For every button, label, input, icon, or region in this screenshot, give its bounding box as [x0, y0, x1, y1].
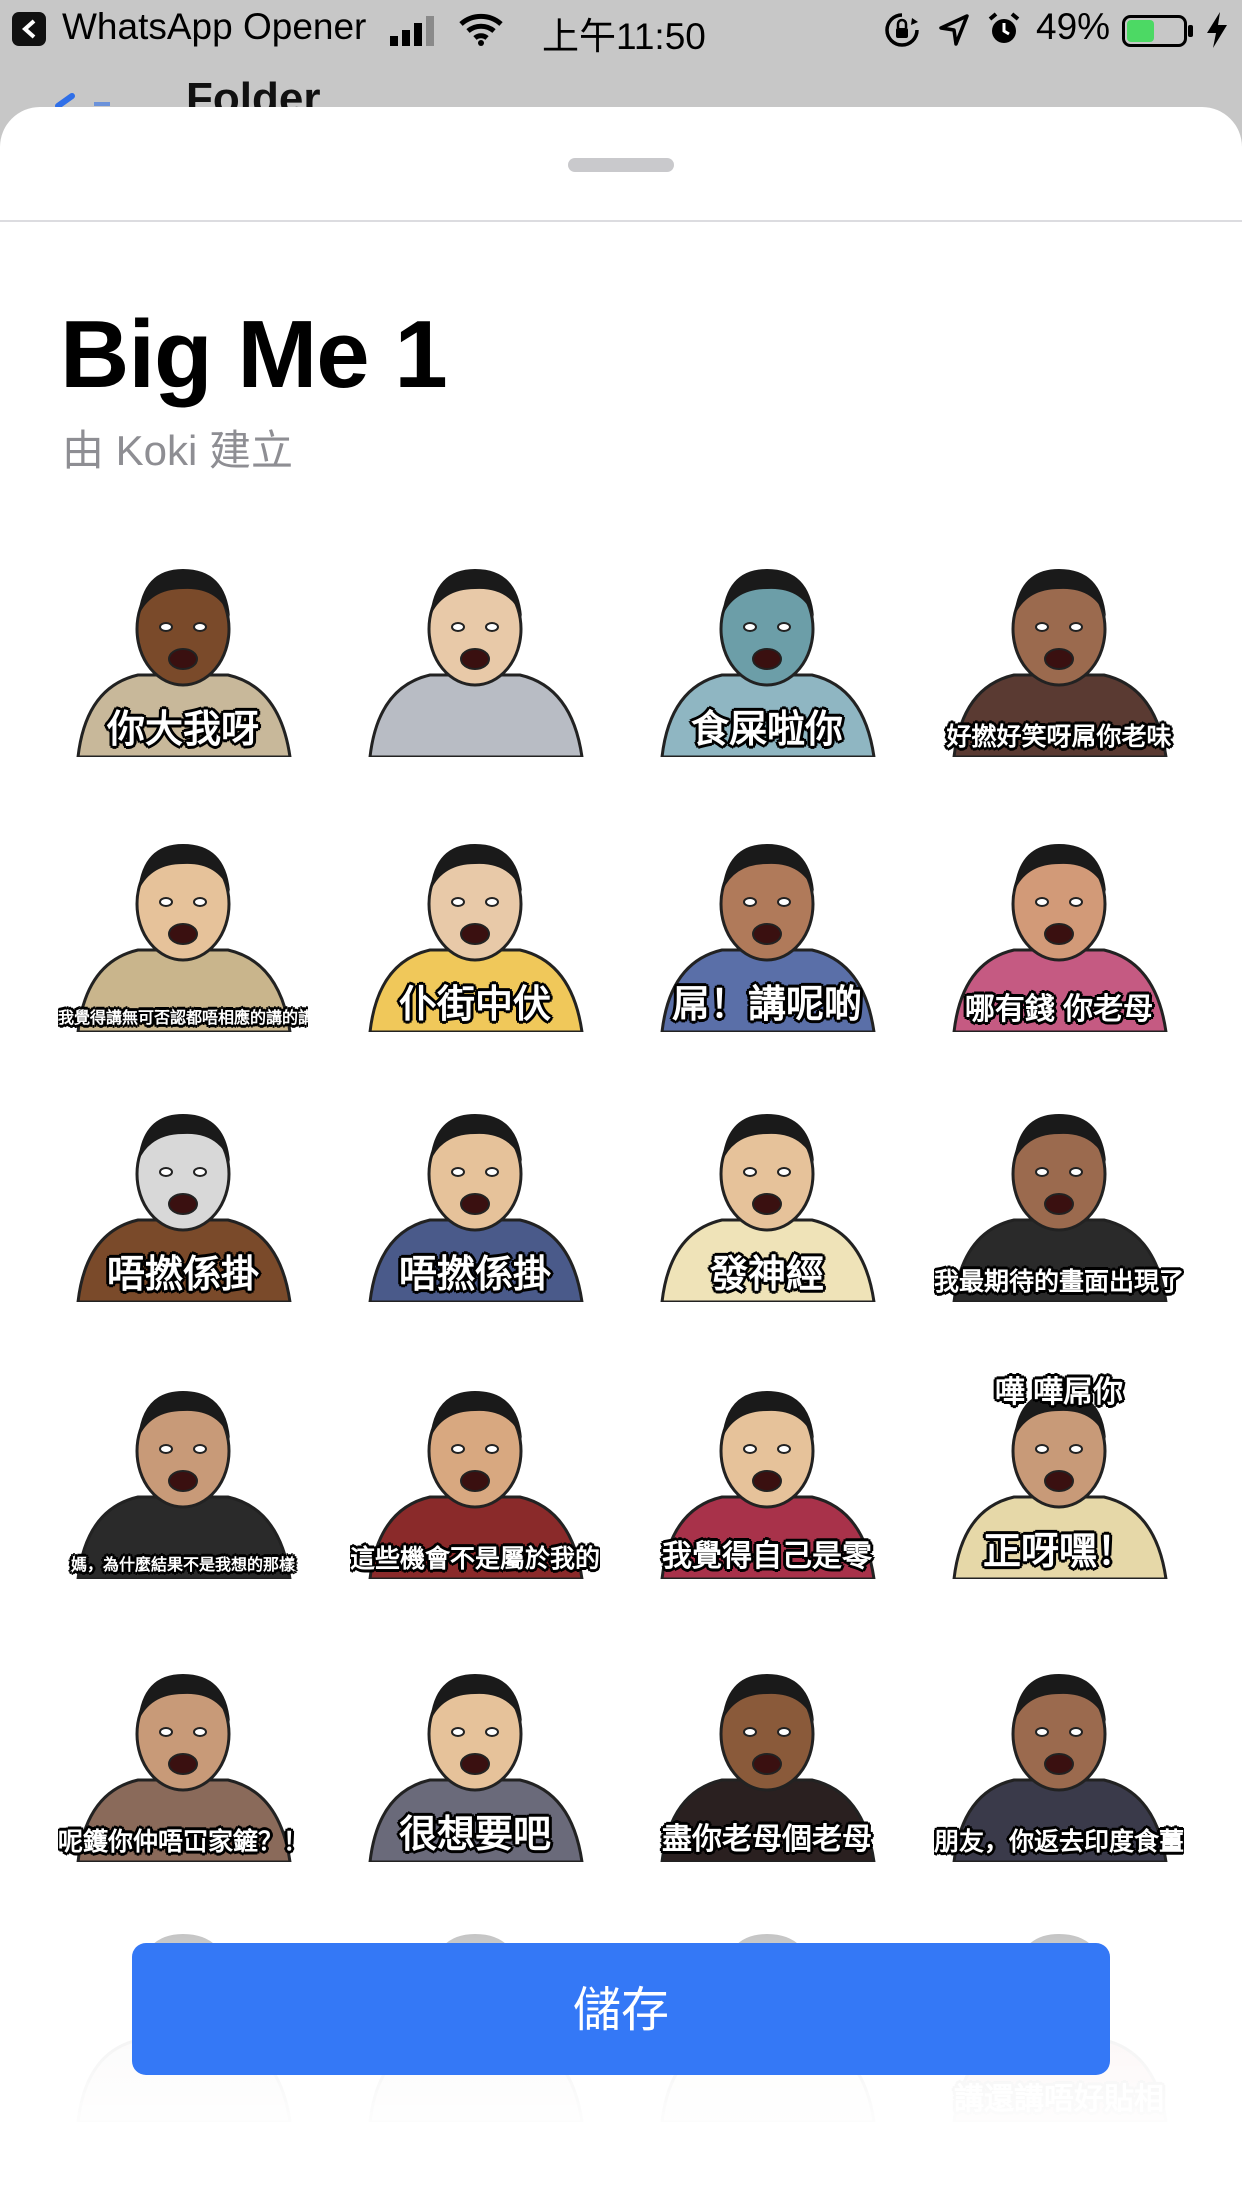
- save-button[interactable]: 儲存: [132, 1943, 1110, 2075]
- sticker-caption: 我最期待的畫面出現了: [934, 1268, 1184, 1296]
- sticker-1[interactable]: 你大我呀: [58, 547, 308, 757]
- sticker-3[interactable]: 食屎啦你: [642, 547, 892, 757]
- sticker-caption: 媽，為什麼結果不是我想的那樣: [70, 1557, 295, 1574]
- sticker-caption: 你大我呀: [106, 709, 259, 751]
- sticker-19[interactable]: 盡你老母個老母: [642, 1652, 892, 1862]
- sticker-illustration: [76, 844, 292, 1032]
- sticker-caption: 我覺得講無可否認都唔相應的講的講呀好: [58, 1010, 308, 1027]
- sticker-17[interactable]: 呢鑊你仲唔冚家鏟？！: [58, 1652, 308, 1862]
- sticker-caption: 我覺得自己是零: [662, 1540, 872, 1573]
- sticker-13[interactable]: 媽，為什麼結果不是我想的那樣: [58, 1369, 308, 1579]
- sticker-caption: 這些機會不是屬於我的: [350, 1545, 600, 1573]
- sheet-grabber-handle[interactable]: [568, 158, 674, 172]
- sticker-12[interactable]: 我最期待的畫面出現了: [934, 1092, 1184, 1302]
- sticker-14[interactable]: 這些機會不是屬於我的: [350, 1369, 600, 1579]
- sticker-20[interactable]: 朋友，你返去印度食薑啦: [934, 1652, 1184, 1862]
- sticker-caption: 食屎啦你: [690, 709, 843, 751]
- battery-icon: [1122, 15, 1193, 47]
- sheet-divider: [0, 220, 1242, 222]
- sticker-4[interactable]: 好撚好笑呀屌你老味: [934, 547, 1184, 757]
- sticker-8[interactable]: 哪有錢 你老母: [934, 822, 1184, 1032]
- sticker-2[interactable]: [350, 547, 600, 757]
- back-to-app-label[interactable]: WhatsApp Opener: [62, 6, 366, 48]
- sticker-caption: 唔撚係掛: [106, 1254, 259, 1296]
- sticker-16[interactable]: 嘩 嘩屌你正呀嘿！: [934, 1369, 1184, 1579]
- sticker-caption: 哪有錢 你老母: [964, 993, 1154, 1026]
- status-bar: WhatsApp Opener 上午11:50 49%: [0, 0, 1242, 60]
- battery-percent: 49%: [1036, 6, 1111, 47]
- sticker-caption: 仆街中伏: [398, 984, 551, 1026]
- alarm-icon: [988, 12, 1020, 43]
- sticker-6[interactable]: 仆街中伏: [350, 822, 600, 1032]
- sticker-caption: 唔撚係掛: [398, 1254, 551, 1296]
- sticker-caption: 發神經: [709, 1254, 824, 1296]
- sticker-11[interactable]: 發神經: [642, 1092, 892, 1302]
- sticker-illustration: [368, 569, 584, 757]
- sticker-7[interactable]: 屌！講呢啲: [642, 822, 892, 1032]
- sticker-5[interactable]: 我覺得講無可否認都唔相應的講的講呀好: [58, 822, 308, 1032]
- sticker-caption: 盡你老母個老母: [662, 1823, 872, 1856]
- rotation-lock-icon: [885, 13, 919, 47]
- sticker-caption: 很想要吧: [398, 1814, 551, 1856]
- sticker-illustration: [76, 1391, 292, 1579]
- sticker-9[interactable]: 唔撚係掛: [58, 1092, 308, 1302]
- sticker-caption: 正呀嘿！: [982, 1531, 1135, 1573]
- sticker-caption-top: 嘩 嘩屌你: [994, 1376, 1124, 1409]
- location-arrow-icon: [939, 14, 969, 46]
- wifi-icon: [459, 13, 503, 46]
- back-to-app-icon[interactable]: [12, 12, 46, 46]
- pack-author: 由 Koki 建立: [62, 427, 294, 474]
- sticker-18[interactable]: 很想要吧: [350, 1652, 600, 1862]
- sticker-15[interactable]: 我覺得自己是零: [642, 1369, 892, 1579]
- sticker-caption: 朋友，你返去印度食薑啦: [934, 1828, 1184, 1856]
- cellular-signal-icon: [390, 16, 434, 46]
- sticker-caption: 屌！講呢啲: [671, 984, 862, 1026]
- pack-title: Big Me 1: [60, 301, 448, 408]
- sticker-caption: 呢鑊你仲唔冚家鏟？！: [58, 1828, 308, 1856]
- sticker-pack-sheet: Big Me 1 由 Koki 建立 你大我呀 食屎啦你 好撚好笑呀屌你老味我覺得講…: [0, 107, 1242, 2208]
- sticker-caption: 好撚好笑呀屌你老味: [946, 723, 1172, 751]
- charging-bolt-icon: [1207, 12, 1227, 48]
- sticker-10[interactable]: 唔撚係掛: [350, 1092, 600, 1302]
- clock: 上午11:50: [542, 16, 706, 57]
